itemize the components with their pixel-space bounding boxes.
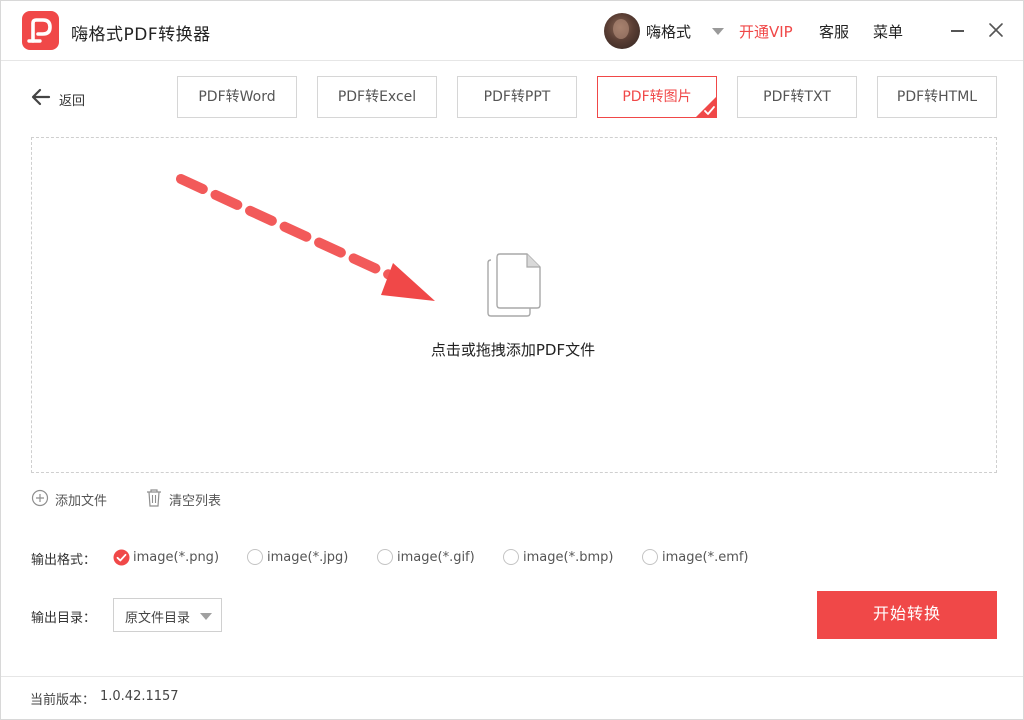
tab-pdf-to-image[interactable]: PDF转图片 bbox=[597, 76, 717, 118]
radio-icon bbox=[642, 549, 658, 565]
file-stack-icon bbox=[487, 253, 541, 317]
tab-pdf-to-html[interactable]: PDF转HTML bbox=[877, 76, 997, 118]
chevron-down-icon[interactable] bbox=[712, 28, 724, 35]
check-icon bbox=[695, 96, 717, 118]
tab-pdf-to-ppt[interactable]: PDF转PPT bbox=[457, 76, 577, 118]
tab-pdf-to-excel[interactable]: PDF转Excel bbox=[317, 76, 437, 118]
clear-list-label: 清空列表 bbox=[169, 494, 222, 509]
version-value: 1.0.42.1157 bbox=[100, 689, 179, 704]
format-option-label: image(*.emf) bbox=[662, 550, 749, 565]
check-circle-icon bbox=[113, 549, 130, 566]
version-label: 当前版本： bbox=[30, 693, 96, 708]
format-option-emf[interactable]: image(*.emf) bbox=[642, 549, 758, 567]
trash-icon bbox=[147, 489, 161, 507]
back-button[interactable]: 返回 bbox=[31, 87, 91, 109]
drop-hint: 点击或拖拽添加PDF文件 bbox=[430, 341, 596, 359]
radio-icon bbox=[377, 549, 393, 565]
format-option-label: image(*.jpg) bbox=[267, 550, 349, 565]
clear-list-button[interactable]: 清空列表 bbox=[145, 488, 235, 509]
radio-icon bbox=[247, 549, 263, 565]
back-label: 返回 bbox=[59, 94, 86, 109]
app-window: 嗨格式PDF转换器 嗨格式 开通VIP 客服 菜单 返回 PDF转Word PD… bbox=[0, 0, 1024, 720]
vip-link[interactable]: 开通VIP bbox=[739, 21, 793, 42]
output-dir-value: 原文件目录 bbox=[125, 611, 191, 626]
add-file-label: 添加文件 bbox=[55, 494, 108, 509]
close-icon[interactable] bbox=[987, 21, 1005, 39]
arrow-left-icon bbox=[31, 88, 51, 106]
plus-circle-icon bbox=[31, 489, 49, 507]
chevron-down-icon bbox=[200, 613, 212, 620]
output-dir-select[interactable]: 原文件目录 bbox=[113, 598, 222, 632]
format-option-label: image(*.gif) bbox=[397, 550, 475, 565]
service-link[interactable]: 客服 bbox=[819, 21, 849, 42]
format-option-bmp[interactable]: image(*.bmp) bbox=[503, 549, 619, 567]
tab-pdf-to-txt[interactable]: PDF转TXT bbox=[737, 76, 857, 118]
pdf-logo-icon bbox=[22, 11, 59, 50]
dashed-arrow-icon bbox=[176, 174, 435, 301]
app-title: 嗨格式PDF转换器 bbox=[71, 25, 211, 45]
tab-label: PDF转图片 bbox=[622, 89, 692, 105]
minimize-icon[interactable] bbox=[949, 21, 967, 39]
format-option-jpg[interactable]: image(*.jpg) bbox=[247, 549, 357, 567]
avatar[interactable] bbox=[604, 13, 640, 49]
format-option-label: image(*.bmp) bbox=[523, 550, 614, 565]
add-file-button[interactable]: 添加文件 bbox=[31, 488, 121, 509]
output-format-label: 输出格式： bbox=[31, 553, 97, 568]
radio-icon bbox=[503, 549, 519, 565]
tab-pdf-to-word[interactable]: PDF转Word bbox=[177, 76, 297, 118]
title-bar: 嗨格式PDF转换器 嗨格式 开通VIP 客服 菜单 bbox=[1, 1, 1023, 61]
menu-link[interactable]: 菜单 bbox=[873, 21, 903, 42]
footer: 当前版本： 1.0.42.1157 bbox=[1, 676, 1023, 720]
format-option-png[interactable]: image(*.png) bbox=[113, 549, 223, 567]
start-convert-button[interactable]: 开始转换 bbox=[817, 591, 997, 639]
format-option-gif[interactable]: image(*.gif) bbox=[377, 549, 487, 567]
output-dir-label: 输出目录： bbox=[31, 611, 97, 626]
username[interactable]: 嗨格式 bbox=[646, 21, 691, 42]
format-option-label: image(*.png) bbox=[133, 550, 220, 565]
